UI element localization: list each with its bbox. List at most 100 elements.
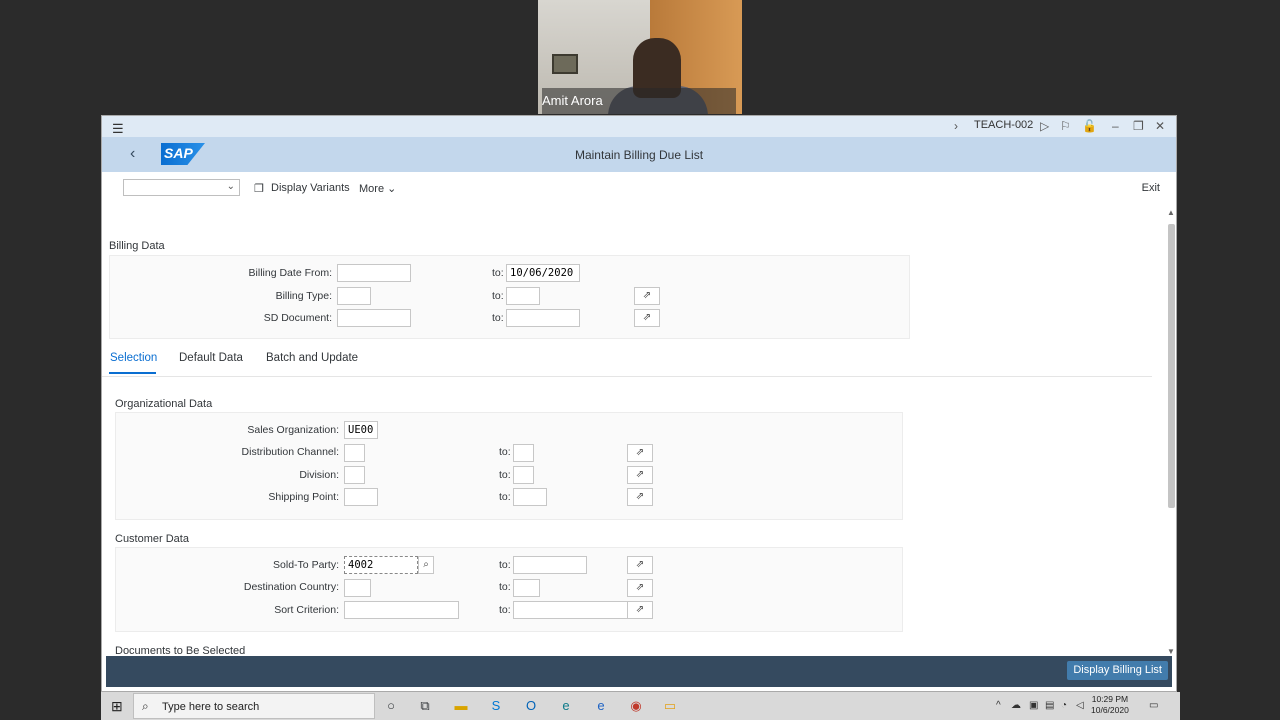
shipping-point-to-field[interactable]	[513, 488, 547, 506]
billing-data-title: Billing Data	[109, 240, 165, 252]
sap-gui-icon[interactable]: ▭	[661, 697, 679, 715]
to-label: to:	[499, 446, 511, 458]
division-field[interactable]	[344, 466, 365, 484]
taskbar-search[interactable]: ⌕ Type here to search	[133, 693, 375, 719]
exit-button[interactable]: Exit	[1142, 182, 1160, 194]
billing-date-to-field[interactable]: 10/06/2020	[506, 264, 580, 282]
billing-type-to-field[interactable]	[506, 287, 540, 305]
org-data-title: Organizational Data	[115, 398, 213, 410]
chrome-icon[interactable]: ◉	[627, 697, 645, 715]
scroll-down-icon[interactable]: ▼	[1167, 647, 1175, 656]
tray-app-icon[interactable]: ▣	[1029, 700, 1038, 711]
maximize-icon[interactable]: ❐	[1133, 119, 1144, 133]
destination-country-field[interactable]	[344, 579, 371, 597]
tab-batch-and-update[interactable]: Batch and Update	[266, 352, 358, 364]
distribution-channel-field[interactable]	[344, 444, 365, 462]
scroll-up-icon[interactable]: ▲	[1167, 208, 1175, 217]
copy-icon: ❐	[254, 183, 264, 195]
variant-select[interactable]: ⌄	[123, 179, 240, 196]
sold-to-party-field[interactable]: 4002	[344, 556, 418, 574]
minimize-icon[interactable]: –	[1112, 119, 1119, 133]
outlook-icon[interactable]: O	[522, 697, 540, 715]
file-explorer-icon[interactable]: ▬	[452, 697, 470, 715]
play-icon[interactable]: ▷	[1040, 119, 1049, 133]
sales-org-label: Sales Organization:	[247, 424, 339, 436]
network-icon[interactable]: ◔	[1061, 700, 1067, 711]
billing-date-from-field[interactable]	[337, 264, 411, 282]
multiple-selection-icon[interactable]: ⇗	[627, 556, 653, 574]
to-label: to:	[499, 581, 511, 593]
sold-to-party-label: Sold-To Party:	[273, 559, 339, 571]
flag-icon[interactable]: ⚐	[1060, 119, 1071, 133]
webcam-name-tag: Amit Arora	[542, 88, 736, 114]
edge-icon[interactable]: e	[557, 697, 575, 715]
search-help-icon[interactable]: ⌕	[418, 556, 434, 574]
windows-start-icon[interactable]: ⊞	[111, 698, 123, 715]
division-label: Division:	[299, 469, 339, 481]
tray-expand-icon[interactable]: ^	[996, 700, 1001, 711]
multiple-selection-icon[interactable]: ⇗	[627, 601, 653, 619]
sales-org-field[interactable]: UE00	[344, 421, 378, 439]
tab-default-data[interactable]: Default Data	[179, 352, 243, 364]
active-tab-indicator	[109, 372, 156, 374]
windows-taskbar: ⊞ ⌕ Type here to search ○ ⧉ ▬ S O e e ◉ …	[101, 692, 1180, 720]
to-label: to:	[499, 491, 511, 503]
billing-date-from-label: Billing Date From:	[248, 267, 332, 279]
shipping-point-field[interactable]	[344, 488, 378, 506]
presenter-name: Amit Arora	[542, 93, 603, 108]
menu-icon[interactable]: ☰	[112, 121, 124, 137]
sort-criterion-to-field[interactable]	[513, 601, 628, 619]
close-icon[interactable]: ✕	[1155, 119, 1165, 133]
multiple-selection-icon[interactable]: ⇗	[627, 579, 653, 597]
volume-icon[interactable]: ◁	[1076, 700, 1084, 711]
app-header: ‹ SAP Maintain Billing Due List	[102, 137, 1176, 172]
taskbar-clock[interactable]: 10:29 PM 10/6/2020	[1091, 694, 1129, 716]
chevron-right-icon[interactable]: ›	[954, 119, 958, 133]
multiple-selection-icon[interactable]: ⇗	[634, 309, 660, 327]
multiple-selection-icon[interactable]: ⇗	[627, 466, 653, 484]
distribution-channel-label: Distribution Channel:	[241, 446, 339, 458]
display-billing-list-button[interactable]: Display Billing List	[1067, 661, 1168, 680]
taskbar-search-placeholder: Type here to search	[162, 701, 260, 713]
chevron-down-icon: ⌄	[226, 181, 235, 192]
to-label: to:	[492, 290, 504, 302]
shipping-point-label: Shipping Point:	[268, 491, 339, 503]
system-id: TEACH-002	[974, 119, 1034, 131]
billing-type-field[interactable]	[337, 287, 371, 305]
sold-to-party-to-field[interactable]	[513, 556, 587, 574]
vertical-scrollbar[interactable]: ▲ ▼	[1166, 208, 1176, 656]
task-view-icon[interactable]: ⧉	[416, 697, 434, 715]
sort-criterion-label: Sort Criterion:	[274, 604, 339, 616]
distribution-channel-to-field[interactable]	[513, 444, 534, 462]
more-button[interactable]: More ⌄	[359, 182, 396, 195]
tab-selection[interactable]: Selection	[110, 352, 157, 364]
sd-document-field[interactable]	[337, 309, 411, 327]
skype-icon[interactable]: S	[487, 697, 505, 715]
cortana-icon[interactable]: ○	[382, 697, 400, 715]
to-label: to:	[499, 559, 511, 571]
destination-country-to-field[interactable]	[513, 579, 540, 597]
lock-icon[interactable]: 🔓	[1082, 119, 1097, 133]
sd-document-to-field[interactable]	[506, 309, 580, 327]
division-to-field[interactable]	[513, 466, 534, 484]
tray-app-icon[interactable]: ▤	[1045, 700, 1054, 711]
more-label: More	[359, 183, 385, 195]
multiple-selection-icon[interactable]: ⇗	[627, 488, 653, 506]
scroll-thumb[interactable]	[1168, 224, 1175, 508]
ie-icon[interactable]: e	[592, 697, 610, 715]
multiple-selection-icon[interactable]: ⇗	[634, 287, 660, 305]
sort-criterion-field[interactable]	[344, 601, 459, 619]
notification-icon[interactable]: ▭	[1149, 700, 1158, 711]
to-label: to:	[499, 604, 511, 616]
page-title: Maintain Billing Due List	[574, 148, 704, 162]
chevron-down-icon: ⌄	[387, 183, 397, 195]
multiple-selection-icon[interactable]: ⇗	[627, 444, 653, 462]
clock-date: 10/6/2020	[1091, 705, 1129, 715]
search-icon: ⌕	[142, 699, 149, 713]
customer-data-title: Customer Data	[115, 533, 189, 545]
webcam-overlay: Amit Arora	[538, 0, 742, 114]
app-toolbar: ⌄ ❐ Display Variants More ⌄ Exit	[102, 172, 1176, 204]
display-variants-button[interactable]: Display Variants	[271, 182, 350, 194]
onedrive-icon[interactable]: ☁	[1011, 700, 1021, 711]
selection-screen: Billing Data Billing Date From: to: 10/0…	[102, 204, 1168, 658]
